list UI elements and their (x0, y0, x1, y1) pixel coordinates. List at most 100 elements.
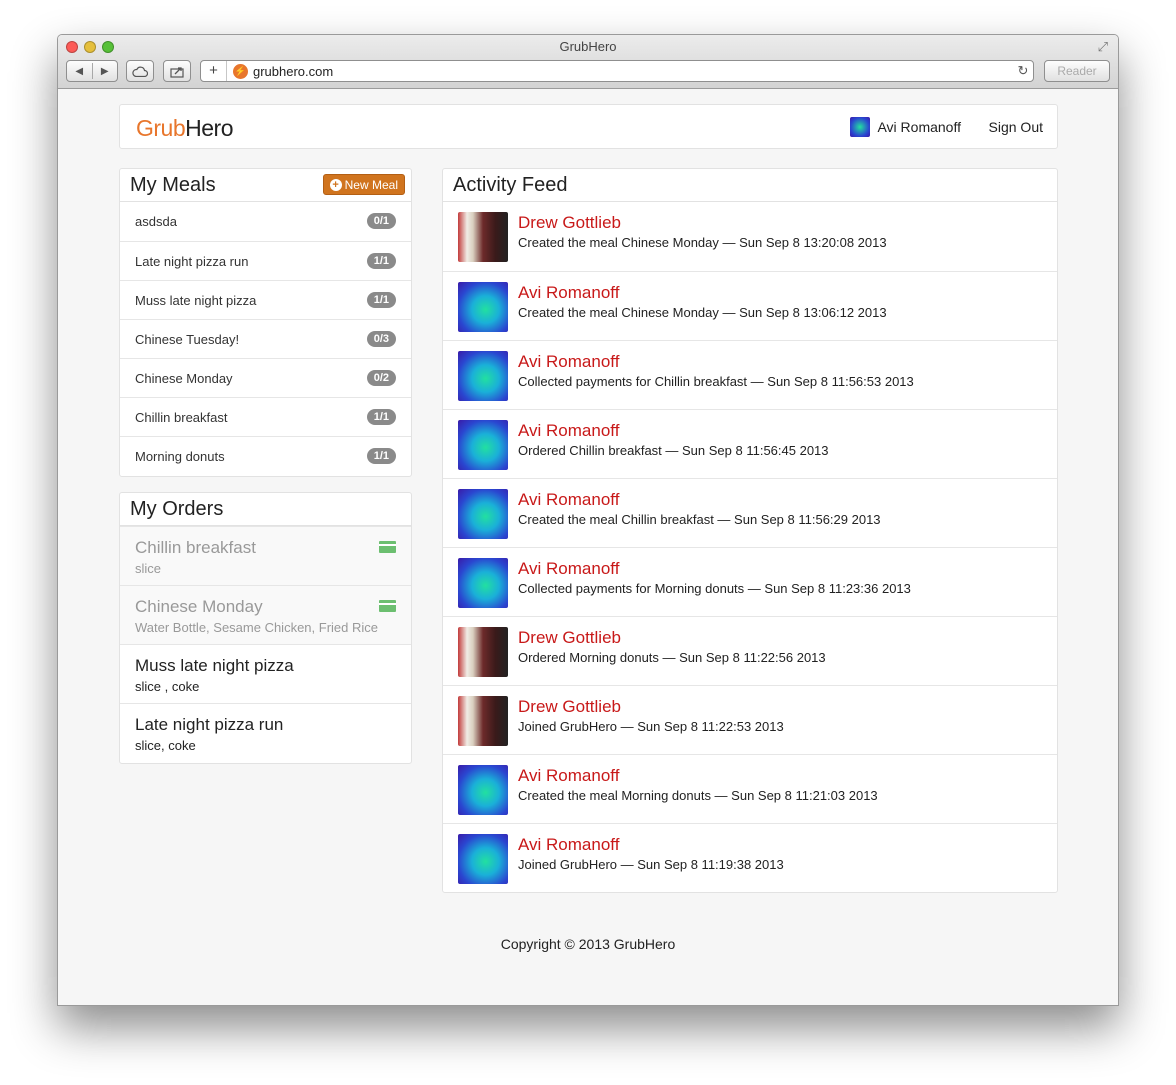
url-field[interactable]: grubhero.com (253, 64, 1013, 79)
forward-icon[interactable]: ▶ (93, 66, 118, 77)
top-navbar: GrubHero Avi Romanoff Sign Out (119, 104, 1058, 149)
feed-user-avatar[interactable] (458, 558, 508, 608)
feed-activity-text: Collected payments for Chillin breakfast… (518, 374, 914, 389)
feed-user-avatar[interactable] (458, 420, 508, 470)
feed-user-avatar[interactable] (458, 351, 508, 401)
feed-user-name[interactable]: Avi Romanoff (518, 421, 619, 441)
order-items: slice (135, 561, 162, 576)
feed-activity-text: Joined GrubHero — Sun Sep 8 11:19:38 201… (518, 857, 784, 872)
feed-item: Drew Gottlieb Ordered Morning donuts — Su… (443, 616, 1057, 685)
feed-user-avatar[interactable] (458, 212, 508, 262)
new-meal-button[interactable]: + New Meal (322, 174, 405, 195)
feed-item: Avi Romanoff Created the meal Chinese Mon… (443, 271, 1057, 340)
meal-order-count-badge: 1/1 (366, 253, 396, 269)
share-button[interactable] (163, 60, 191, 82)
feed-activity-text: Collected payments for Morning donuts — … (518, 581, 911, 596)
reader-button[interactable]: Reader (1044, 60, 1110, 82)
meal-list-item[interactable]: asdsda 0/1 (120, 202, 411, 241)
meal-name: Muss late night pizza (135, 293, 257, 308)
credit-card-icon (379, 541, 396, 553)
address-bar[interactable]: + ⚡ grubhero.com ↻ (200, 60, 1034, 82)
feed-user-avatar[interactable] (458, 696, 508, 746)
sign-out-link[interactable]: Sign Out (989, 119, 1043, 135)
site-favicon-icon: ⚡ (233, 63, 248, 79)
share-icon (169, 66, 184, 78)
meal-name: Morning donuts (135, 449, 225, 464)
brand-part-hero: Hero (185, 115, 233, 141)
browser-window: GrubHero ⤢ ◀ ▶ + ⚡ grubhero.com ↻ Reader (57, 34, 1119, 1006)
my-meals-header: My Meals + New Meal (120, 169, 411, 202)
meal-order-count-badge: 1/1 (366, 409, 396, 425)
feed-user-avatar[interactable] (458, 489, 508, 539)
feed-user-name[interactable]: Drew Gottlieb (518, 213, 621, 233)
feed-activity-text: Created the meal Morning donuts — Sun Se… (518, 788, 878, 803)
meal-list-item[interactable]: Chinese Monday 0/2 (120, 358, 411, 397)
nav-user-name: Avi Romanoff (877, 119, 961, 135)
my-meals-panel: My Meals + New Meal asdsda 0/1 Late night … (119, 168, 412, 477)
feed-user-name[interactable]: Avi Romanoff (518, 766, 619, 786)
back-forward-control: ◀ ▶ (66, 60, 118, 82)
feed-user-name[interactable]: Avi Romanoff (518, 283, 619, 303)
order-list-item[interactable]: Muss late night pizza slice , coke (120, 644, 411, 703)
meal-name: Chinese Monday (135, 371, 233, 386)
meal-name: Late night pizza run (135, 254, 249, 269)
activity-feed-title: Activity Feed (453, 174, 568, 196)
my-orders-title: My Orders (130, 498, 224, 520)
feed-activity-text: Ordered Morning donuts — Sun Sep 8 11:22… (518, 650, 826, 665)
feed-activity-text: Joined GrubHero — Sun Sep 8 11:22:53 201… (518, 719, 784, 734)
icloud-tabs-button[interactable] (126, 60, 154, 82)
feed-activity-text: Created the meal Chinese Monday — Sun Se… (518, 305, 887, 320)
feed-user-avatar[interactable] (458, 834, 508, 884)
meal-name: Chillin breakfast (135, 410, 228, 425)
order-items: Water Bottle, Sesame Chicken, Fried Rice (135, 620, 378, 635)
meal-order-count-badge: 0/1 (366, 213, 396, 229)
brand-logo[interactable]: GrubHero (136, 115, 233, 142)
feed-user-name[interactable]: Drew Gottlieb (518, 697, 621, 717)
order-meal-name: Chillin breakfast (135, 538, 256, 557)
feed-user-avatar[interactable] (458, 282, 508, 332)
reload-icon[interactable]: ↻ (1013, 63, 1033, 79)
meal-list-item[interactable]: Late night pizza run 1/1 (120, 241, 411, 280)
feed-item: Avi Romanoff Created the meal Morning don… (443, 754, 1057, 823)
feed-user-name[interactable]: Avi Romanoff (518, 559, 619, 579)
feed-user-name[interactable]: Avi Romanoff (518, 490, 619, 510)
order-items: slice, coke (135, 738, 196, 753)
order-meal-name: Late night pizza run (135, 715, 284, 734)
meal-order-count-badge: 0/3 (366, 331, 396, 347)
order-list-item[interactable]: Chillin breakfast slice (120, 526, 411, 585)
meal-order-count-badge: 1/1 (366, 448, 396, 464)
browser-titlebar: GrubHero ⤢ ◀ ▶ + ⚡ grubhero.com ↻ Reader (58, 35, 1118, 89)
order-meal-name: Muss late night pizza (135, 656, 294, 675)
feed-item: Avi Romanoff Collected payments for Morni… (443, 547, 1057, 616)
feed-item: Avi Romanoff Joined GrubHero — Sun Sep 8 … (443, 823, 1057, 892)
activity-feed-panel: Activity Feed Drew Gottlieb Created the m… (442, 168, 1058, 893)
meal-order-count-badge: 0/2 (366, 370, 396, 386)
meal-list-item[interactable]: Morning donuts 1/1 (120, 436, 411, 475)
new-tab-plus-icon[interactable]: + (201, 61, 227, 81)
cloud-icon (132, 66, 148, 77)
back-icon[interactable]: ◀ (67, 66, 92, 77)
feed-activity-text: Ordered Chillin breakfast — Sun Sep 8 11… (518, 443, 829, 458)
nav-user-link[interactable]: Avi Romanoff (850, 117, 961, 137)
fullscreen-icon[interactable]: ⤢ (1098, 39, 1108, 55)
browser-toolbar: ◀ ▶ + ⚡ grubhero.com ↻ Reader (66, 60, 1110, 82)
feed-item: Avi Romanoff Collected payments for Chill… (443, 340, 1057, 409)
meal-list-item[interactable]: Chinese Tuesday! 0/3 (120, 319, 411, 358)
meal-list-item[interactable]: Chillin breakfast 1/1 (120, 397, 411, 436)
feed-item: Drew Gottlieb Created the meal Chinese Mo… (443, 202, 1057, 271)
order-list-item[interactable]: Late night pizza run slice, coke (120, 703, 411, 762)
feed-item: Drew Gottlieb Joined GrubHero — Sun Sep 8… (443, 685, 1057, 754)
order-list: Chillin breakfast slice Chinese Monday Wate… (120, 526, 411, 762)
order-items: slice , coke (135, 679, 200, 694)
meal-list-item[interactable]: Muss late night pizza 1/1 (120, 280, 411, 319)
feed-user-name[interactable]: Drew Gottlieb (518, 628, 621, 648)
feed-user-name[interactable]: Avi Romanoff (518, 835, 619, 855)
meal-name: Chinese Tuesday! (135, 332, 240, 347)
feed-user-avatar[interactable] (458, 627, 508, 677)
plus-circle-icon: + (329, 178, 342, 191)
order-list-item[interactable]: Chinese Monday Water Bottle, Sesame Chick… (120, 585, 411, 644)
my-meals-title: My Meals (130, 174, 216, 196)
window-title: GrubHero (559, 39, 617, 54)
feed-user-name[interactable]: Avi Romanoff (518, 352, 619, 372)
feed-user-avatar[interactable] (458, 765, 508, 815)
